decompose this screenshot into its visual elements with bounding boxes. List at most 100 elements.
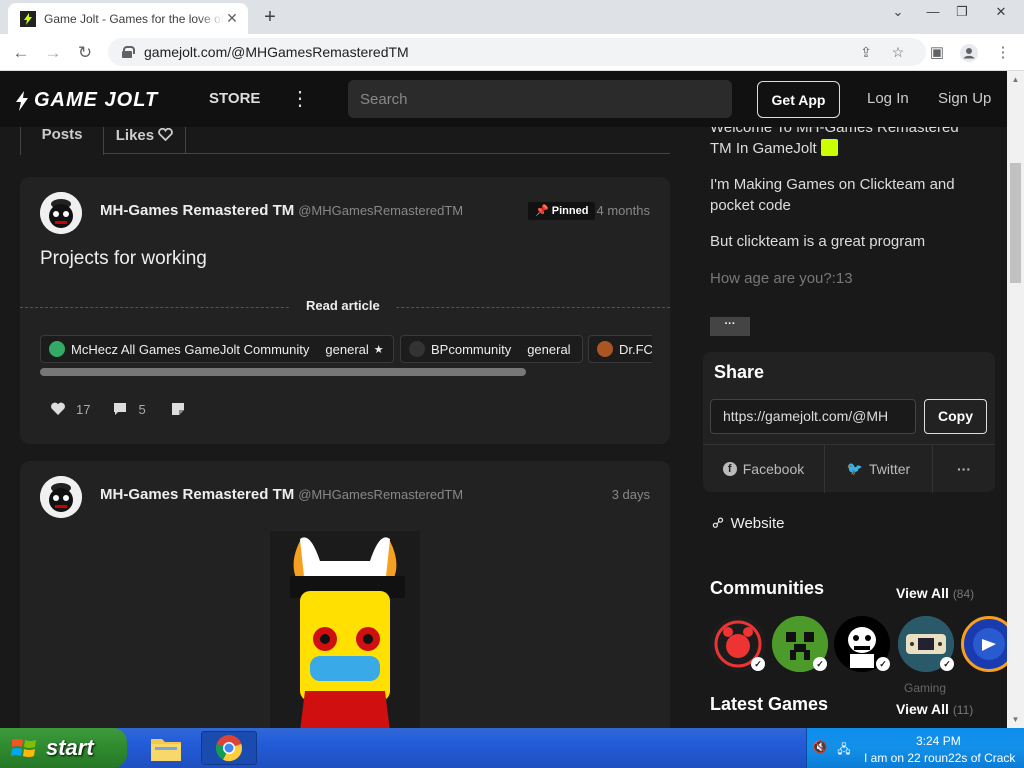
tab-close-icon[interactable]: ✕ xyxy=(224,10,240,27)
communities-view-all[interactable]: View All (84) xyxy=(896,585,974,601)
tab-title: Game Jolt - Games for the love of xyxy=(44,11,224,26)
bio-expand-button[interactable]: ··· xyxy=(710,317,750,336)
site-header: GAME JOLT STORE ⋮ Search Get App Log In … xyxy=(0,71,1007,127)
profile-avatar-icon[interactable] xyxy=(958,42,980,64)
community-avatar xyxy=(409,341,425,357)
post-card[interactable]: MH-Games Remastered TM @MHGamesRemastered… xyxy=(20,177,670,444)
communities-heading: Communities xyxy=(710,578,825,598)
author-avatar[interactable] xyxy=(40,192,82,234)
browser-tab-strip: Game Jolt - Games for the love of ✕ + ⌄ … xyxy=(0,0,1024,34)
share-page-icon[interactable]: ⇪ xyxy=(854,38,878,66)
comment-count[interactable]: 5 xyxy=(138,402,145,417)
view-all-label: View All xyxy=(896,701,949,717)
chips-scrollbar[interactable] xyxy=(40,368,526,376)
verified-badge-icon: ✓ xyxy=(940,657,954,671)
side-panel-icon[interactable]: ▣ xyxy=(926,42,948,64)
volume-muted-icon[interactable]: 🔇 xyxy=(812,740,828,756)
like-count[interactable]: 17 xyxy=(76,402,90,417)
clock[interactable]: 3:24 PM xyxy=(916,734,961,748)
post-image[interactable] xyxy=(270,531,420,728)
post-card[interactable]: MH-Games Remastered TM @MHGamesRemastered… xyxy=(20,461,670,728)
url-text[interactable]: gamejolt.com/@MHGamesRemasteredTM xyxy=(144,44,409,60)
bio-line-text: TM In GameJolt xyxy=(710,140,817,157)
start-button[interactable]: start xyxy=(0,728,127,768)
more-share-button[interactable]: ··· xyxy=(933,445,995,493)
store-link[interactable]: STORE xyxy=(209,90,260,107)
like-heart-icon xyxy=(158,127,174,142)
author-handle[interactable]: @MHGamesRemasteredTM xyxy=(298,203,463,218)
author-name[interactable]: MH-Games Remastered TM xyxy=(100,202,294,219)
community-name: McHecz All Games GameJolt Community xyxy=(71,341,310,357)
scroll-down-arrow-icon[interactable]: ▼ xyxy=(1007,711,1024,728)
post-title[interactable]: Projects for working xyxy=(40,248,207,270)
more-menu-icon[interactable]: ⋮ xyxy=(290,86,310,111)
read-article-button[interactable]: Read article xyxy=(290,298,396,313)
bio-text: Welcome To MH-Games Remastered TM In Gam… xyxy=(710,127,980,159)
community-chip[interactable]: McHecz All Games GameJolt Community gene… xyxy=(40,335,394,363)
reload-icon[interactable]: ↻ xyxy=(74,42,96,64)
copy-button[interactable]: Copy xyxy=(924,399,987,434)
back-arrow-icon[interactable]: ← xyxy=(10,42,32,64)
view-all-count: (84) xyxy=(952,587,975,601)
get-app-button[interactable]: Get App xyxy=(757,81,840,118)
pin-icon: 📌 xyxy=(535,205,549,217)
bio-line: I'm Making Games on Clickteam and xyxy=(710,176,955,193)
community-thumb[interactable] xyxy=(961,616,1007,672)
taskbar: start 🔇 🖧 3:24 PM I am on 22 roun22s of … xyxy=(0,728,1024,768)
login-link[interactable]: Log In xyxy=(867,90,909,107)
post-actions: 17 5 xyxy=(50,401,196,417)
logo-text: GAME JOLT xyxy=(34,89,159,111)
like-icon[interactable] xyxy=(50,401,66,417)
signup-link[interactable]: Sign Up xyxy=(938,90,991,107)
restore-icon[interactable]: ❐ xyxy=(947,4,977,20)
address-bar[interactable]: gamejolt.com/@MHGamesRemasteredTM ⇪ ☆ xyxy=(108,38,926,66)
community-avatar xyxy=(49,341,65,357)
community-name: Dr.FC xyxy=(619,341,652,357)
author-avatar[interactable] xyxy=(40,476,82,518)
comment-icon[interactable] xyxy=(112,401,128,417)
community-chip[interactable]: BPcommunity general xyxy=(400,335,583,363)
view-all-label: View All xyxy=(896,585,949,601)
tab-likes[interactable]: Likes xyxy=(104,127,186,154)
post-time[interactable]: 3 days xyxy=(612,487,650,502)
post-time[interactable]: 4 months xyxy=(597,203,650,218)
community-chip[interactable]: Dr.FC xyxy=(588,335,652,363)
latest-games-heading: Latest Games xyxy=(710,694,829,714)
facebook-icon: f xyxy=(722,462,737,476)
website-link[interactable]: ⚯ Website xyxy=(708,513,784,534)
forward-arrow-icon[interactable]: → xyxy=(42,42,64,64)
search-input[interactable]: Search xyxy=(348,80,732,118)
scroll-up-arrow-icon[interactable]: ▲ xyxy=(1007,71,1024,88)
close-window-icon[interactable]: ✕ xyxy=(986,4,1016,20)
link-icon: ⚯ xyxy=(708,512,730,534)
network-icon[interactable]: 🖧 xyxy=(836,740,852,756)
tab-posts[interactable]: Posts xyxy=(20,127,104,155)
share-url-input[interactable]: https://gamejolt.com/@MH xyxy=(710,399,916,434)
bio-line: How age are you?:13 xyxy=(710,270,853,287)
scroll-thumb[interactable] xyxy=(1010,163,1021,283)
facebook-share-button[interactable]: f Facebook xyxy=(703,445,825,493)
chrome-menu-icon[interactable]: ⋮ xyxy=(992,42,1014,64)
post-author[interactable]: MH-Games Remastered TM @MHGamesRemastered… xyxy=(100,202,463,219)
community-name: BPcommunity xyxy=(431,341,512,357)
author-name[interactable]: MH-Games Remastered TM xyxy=(100,486,294,503)
lock-icon[interactable] xyxy=(122,46,135,58)
new-tab-plus-icon[interactable]: + xyxy=(258,6,282,29)
browser-tab[interactable]: Game Jolt - Games for the love of ✕ xyxy=(8,3,248,34)
tab-search-chevron-icon[interactable]: ⌄ xyxy=(883,4,913,20)
twitter-label: Twitter xyxy=(868,461,911,477)
file-explorer-taskbar-icon[interactable] xyxy=(141,731,191,765)
latest-games-view-all[interactable]: View All (11) xyxy=(896,701,973,717)
author-handle[interactable]: @MHGamesRemasteredTM xyxy=(298,487,463,502)
minimize-icon[interactable]: — xyxy=(918,4,948,19)
page-scrollbar[interactable]: ▲ ▼ xyxy=(1007,71,1024,728)
pinned-label: Pinned xyxy=(551,205,589,217)
chrome-taskbar-button[interactable] xyxy=(201,731,257,765)
twitter-share-button[interactable]: 🐦 Twitter xyxy=(825,445,933,493)
windows-flag-icon xyxy=(11,739,36,757)
gamejolt-logo[interactable]: GAME JOLT xyxy=(14,89,158,112)
gamejolt-favicon-icon xyxy=(20,10,36,27)
sticker-icon[interactable] xyxy=(170,401,186,417)
post-author[interactable]: MH-Games Remastered TM @MHGamesRemastered… xyxy=(100,486,463,503)
bookmark-star-icon[interactable]: ☆ xyxy=(886,38,910,66)
